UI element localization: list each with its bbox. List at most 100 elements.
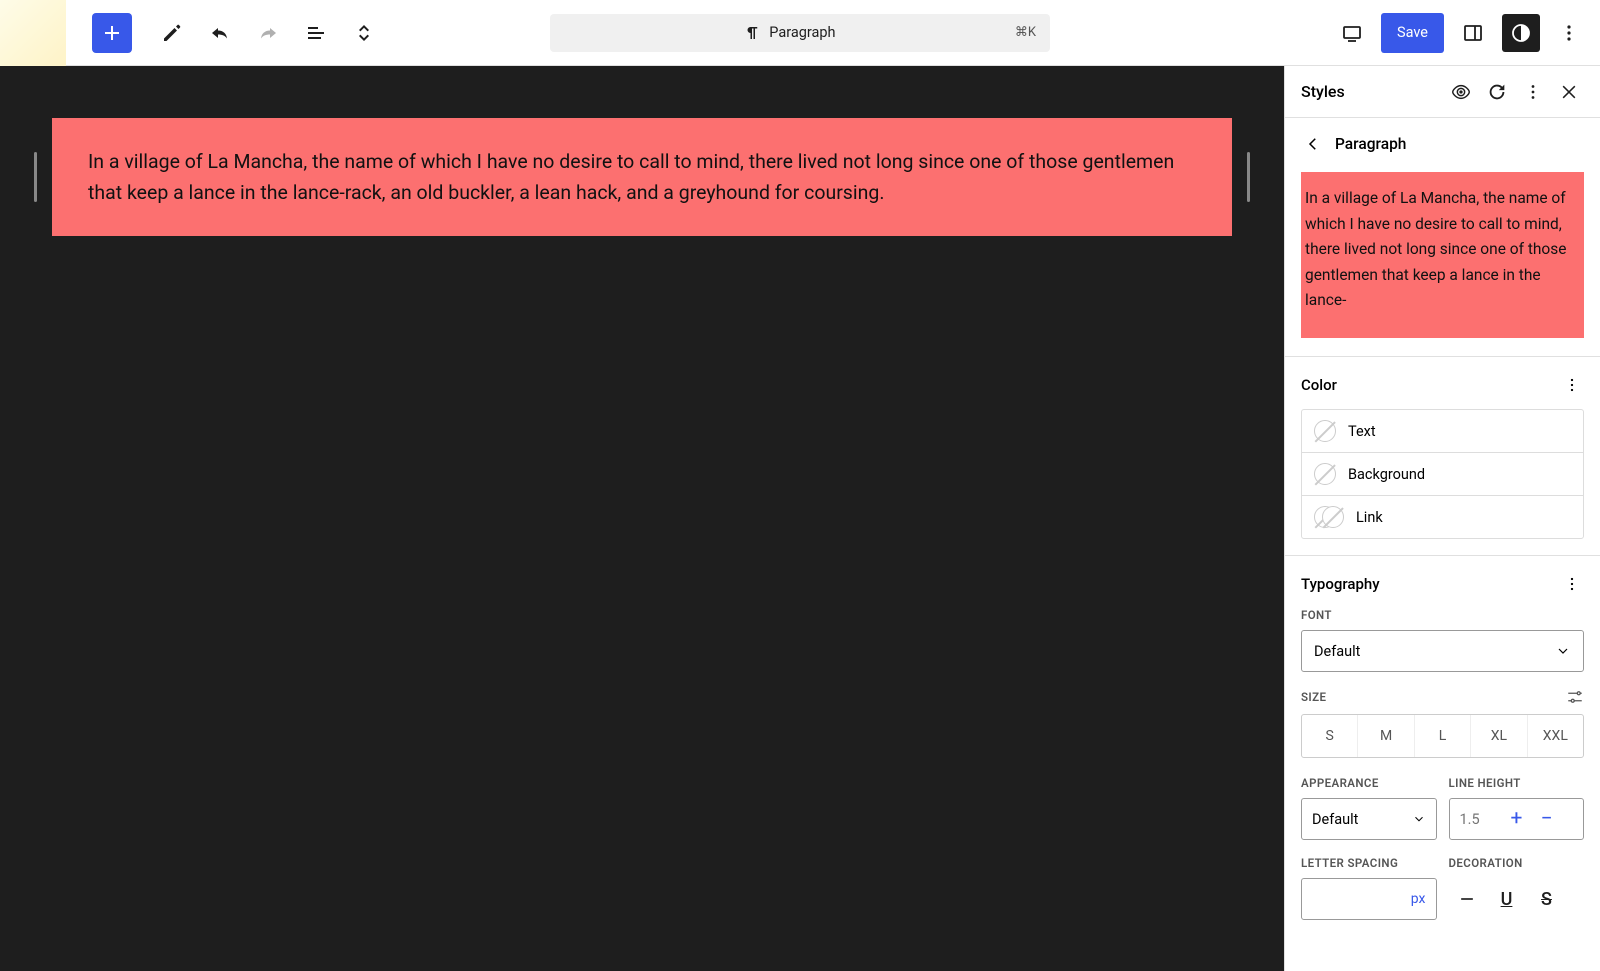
- size-custom-button[interactable]: [1566, 688, 1584, 706]
- paragraph-icon: [743, 24, 761, 42]
- styles-icon: [1509, 21, 1533, 45]
- font-label: FONT: [1301, 608, 1584, 622]
- lineheight-increment[interactable]: +: [1502, 804, 1532, 834]
- history-icon: [1486, 81, 1508, 103]
- redo-button[interactable]: [248, 13, 288, 53]
- decoration-buttons: U S: [1449, 878, 1585, 920]
- editor-canvas[interactable]: In a village of La Mancha, the name of w…: [0, 66, 1284, 971]
- plus-icon: [100, 21, 124, 45]
- document-overview-button[interactable]: [296, 13, 336, 53]
- color-row-link[interactable]: Link: [1302, 496, 1583, 538]
- options-button[interactable]: [1550, 14, 1588, 52]
- top-toolbar: Paragraph ⌘K Save: [0, 0, 1600, 66]
- color-list: Text Background Link: [1301, 409, 1584, 539]
- more-vertical-icon: [1557, 21, 1581, 45]
- resize-handle-left[interactable]: [34, 152, 37, 202]
- more-vertical-icon: [1562, 574, 1582, 594]
- stylebook-button[interactable]: [1446, 77, 1476, 107]
- close-sidebar-button[interactable]: [1554, 77, 1584, 107]
- undo-icon: [208, 21, 232, 45]
- size-s[interactable]: S: [1302, 715, 1358, 757]
- color-label: Color: [1301, 376, 1337, 394]
- toolbar-right: Save: [1333, 13, 1600, 53]
- sidebar-icon: [1461, 21, 1485, 45]
- color-row-label: Text: [1348, 423, 1376, 440]
- revisions-button[interactable]: [1482, 77, 1512, 107]
- toolbar-left: [0, 0, 384, 66]
- lineheight-input[interactable]: [1460, 811, 1502, 828]
- styles-panel-button[interactable]: [1502, 14, 1540, 52]
- appearance-label: APPEARANCE: [1301, 776, 1437, 790]
- save-button[interactable]: Save: [1381, 13, 1444, 53]
- decoration-none[interactable]: [1449, 881, 1485, 917]
- undo-button[interactable]: [200, 13, 240, 53]
- chevron-left-icon: [1304, 135, 1322, 153]
- sidebar-header: Styles: [1285, 66, 1600, 118]
- desktop-icon: [1340, 21, 1364, 45]
- more-vertical-icon: [1522, 81, 1544, 103]
- breadcrumb-current: Paragraph: [1335, 135, 1406, 153]
- color-more-button[interactable]: [1560, 373, 1584, 397]
- view-button[interactable]: [1333, 14, 1371, 52]
- preview-text: In a village of La Mancha, the name of w…: [1305, 186, 1580, 314]
- size-buttons: S M L XL XXL: [1301, 714, 1584, 758]
- size-l[interactable]: L: [1415, 715, 1471, 757]
- more-vertical-icon: [1562, 375, 1582, 395]
- document-bar-label: Paragraph: [564, 24, 1015, 42]
- size-m[interactable]: M: [1358, 715, 1414, 757]
- breadcrumb-back-button[interactable]: [1301, 132, 1325, 156]
- main-area: In a village of La Mancha, the name of w…: [0, 66, 1600, 971]
- chevron-down-icon: [1412, 812, 1426, 826]
- list-icon: [304, 21, 328, 45]
- settings-panel-button[interactable]: [1454, 14, 1492, 52]
- chevron-down-icon: [1555, 643, 1571, 659]
- letterspacing-unit[interactable]: px: [1411, 891, 1426, 907]
- block-inserter-button[interactable]: [92, 13, 132, 53]
- lineheight-control: + −: [1449, 798, 1585, 840]
- eye-icon: [1450, 81, 1472, 103]
- minus-icon: [1457, 889, 1477, 909]
- document-bar[interactable]: Paragraph ⌘K: [550, 14, 1050, 52]
- color-section: Color Text Background Link: [1285, 356, 1600, 555]
- size-xxl[interactable]: XXL: [1528, 715, 1583, 757]
- color-row-background[interactable]: Background: [1302, 453, 1583, 496]
- site-icon[interactable]: [0, 0, 66, 66]
- typography-more-button[interactable]: [1560, 572, 1584, 596]
- decoration-strikethrough[interactable]: S: [1529, 881, 1565, 917]
- font-select[interactable]: Default: [1301, 630, 1584, 672]
- styles-sidebar: Styles Paragraph In a village of La Manc…: [1284, 66, 1600, 971]
- sliders-icon: [1566, 688, 1584, 706]
- appearance-value: Default: [1312, 811, 1358, 828]
- tools-button[interactable]: [152, 13, 192, 53]
- color-row-text[interactable]: Text: [1302, 410, 1583, 453]
- typography-section: Typography FONT Default SIZE S M: [1285, 555, 1600, 952]
- shortcut-hint: ⌘K: [1015, 25, 1036, 40]
- resize-handle-right[interactable]: [1247, 152, 1250, 202]
- zoom-button[interactable]: [344, 13, 384, 53]
- decoration-underline[interactable]: U: [1489, 881, 1525, 917]
- close-icon: [1559, 82, 1579, 102]
- lineheight-decrement[interactable]: −: [1532, 804, 1562, 834]
- paragraph-block[interactable]: In a village of La Mancha, the name of w…: [52, 118, 1232, 236]
- letterspacing-input[interactable]: [1312, 891, 1411, 908]
- size-xl[interactable]: XL: [1471, 715, 1527, 757]
- redo-icon: [256, 21, 280, 45]
- appearance-select[interactable]: Default: [1301, 798, 1437, 840]
- font-value: Default: [1314, 643, 1360, 660]
- background-swatch: [1314, 463, 1336, 485]
- pencil-icon: [160, 21, 184, 45]
- letterspacing-label: LETTER SPACING: [1301, 856, 1437, 870]
- typography-label: Typography: [1301, 575, 1380, 593]
- chevron-updown-icon: [352, 21, 376, 45]
- lineheight-label: LINE HEIGHT: [1449, 776, 1585, 790]
- paragraph-content[interactable]: In a village of La Mancha, the name of w…: [88, 146, 1196, 208]
- sidebar-more-button[interactable]: [1518, 77, 1548, 107]
- decoration-label: DECORATION: [1449, 856, 1585, 870]
- letterspacing-control: px: [1301, 878, 1437, 920]
- breadcrumb: Paragraph: [1285, 118, 1600, 170]
- color-row-label: Background: [1348, 466, 1425, 483]
- text-swatch: [1314, 420, 1336, 442]
- sidebar-title: Styles: [1301, 82, 1440, 101]
- size-label: SIZE: [1301, 688, 1584, 706]
- style-preview: In a village of La Mancha, the name of w…: [1301, 172, 1584, 338]
